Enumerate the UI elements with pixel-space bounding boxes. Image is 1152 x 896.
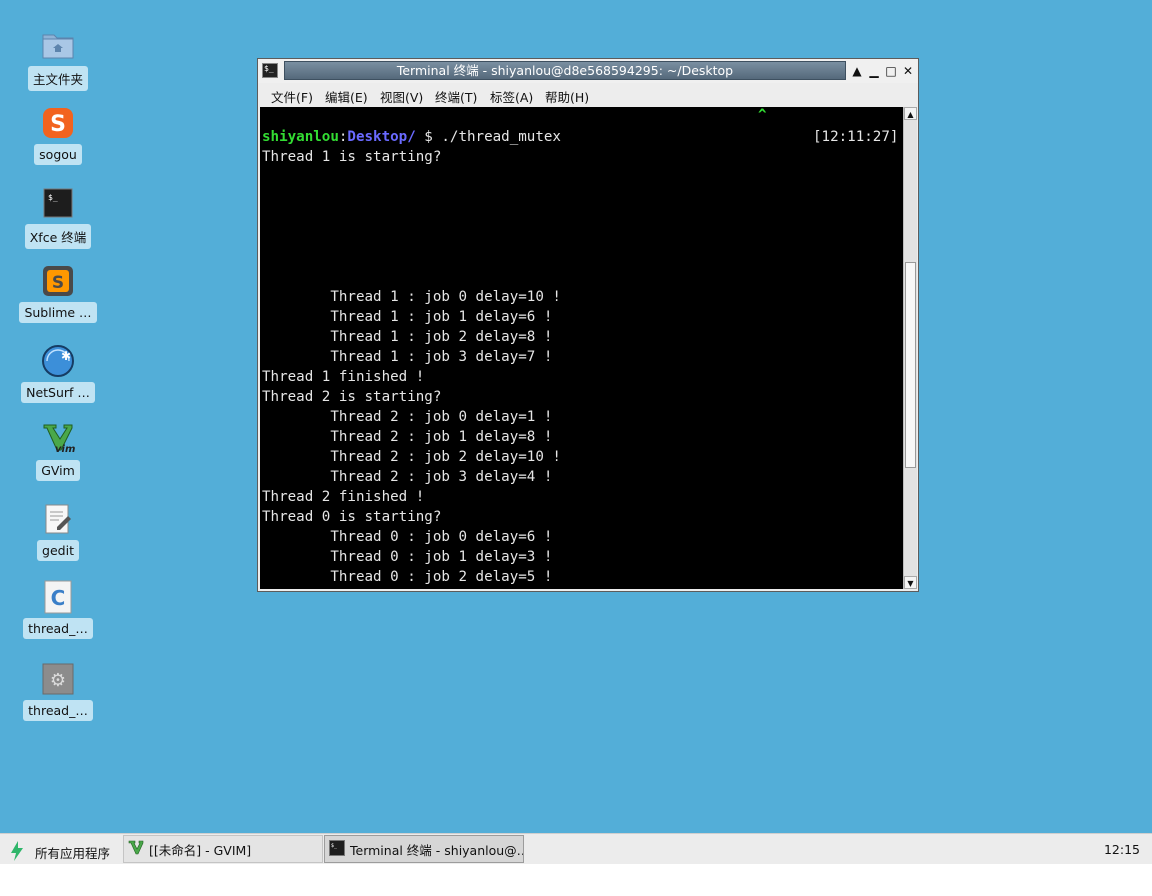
terminal-icon: $_ [41,186,75,220]
svg-text:vim: vim [55,444,75,455]
desktop-icon-label: Xfce 终端 [24,224,92,249]
terminal-line: Thread 2 is starting? [262,389,442,405]
desktop-icon-terminal[interactable]: $_ Xfce 终端 [18,186,98,249]
terminal-line: Thread 1 finished ! [262,369,425,385]
close-button[interactable]: ✕ [900,63,916,79]
sogou-icon: S [41,106,75,140]
shade-button[interactable]: ▲ [849,63,865,79]
terminal-output[interactable]: ^ shiyanlou:Desktop/ $ ./thread_mutex [1… [260,107,903,589]
terminal-icon: $_ [329,839,345,859]
desktop-icon-label: thread_… [23,618,93,639]
svg-text:$_: $_ [48,193,58,202]
desktop-icon-sogou[interactable]: S sogou [18,106,98,165]
applications-menu-label: 所有应用程序 [35,846,111,861]
window-title: Terminal 终端 - shiyanlou@d8e568594295: ~/… [284,61,846,80]
desktop-icon-home[interactable]: 主文件夹 [18,28,98,91]
svg-text:$_: $_ [331,843,338,849]
menu-tabs[interactable]: 标签(A) [490,87,533,106]
terminal-line: Thread 1 : job 0 delay=10 ! [262,289,561,305]
task-gvim[interactable]: [[未命名] - GVIM] [123,835,323,863]
terminal-window[interactable]: $_ Terminal 终端 - shiyanlou@d8e568594295:… [257,58,919,592]
terminal-line: Thread 2 finished ! [262,489,425,505]
terminal-line: Thread 0 : job 0 delay=6 ! [262,529,553,545]
sublime-icon: S [41,264,75,298]
desktop-icon-gedit[interactable]: gedit [18,502,98,561]
svg-text:⚙: ⚙ [50,670,66,691]
menu-edit[interactable]: 编辑(E) [325,87,368,106]
scroll-up-icon[interactable]: ▲ [904,107,917,120]
scroll-down-icon[interactable]: ▼ [904,576,917,589]
prompt-time: [12:11:27] [813,129,899,145]
desktop-icon-label: sogou [34,144,82,165]
prompt-directory: Desktop/ [347,129,416,145]
gvim-icon [128,840,144,859]
terminal-line: Thread 2 : job 1 delay=8 ! [262,429,553,445]
menu-view[interactable]: 视图(V) [380,87,423,106]
svg-text:✱: ✱ [61,349,71,363]
desktop-icon-label: gedit [37,540,79,561]
terminal-line: Thread 1 is starting? [262,149,442,165]
taskbar: 所有应用程序 [[未命名] - GVIM] $_ Terminal 终端 - s… [0,833,1152,864]
scroll-thumb[interactable] [905,262,916,468]
svg-text:S: S [50,112,66,137]
scroll-caret: ^ [758,107,767,123]
executable-file-icon: ⚙ [41,662,75,696]
desktop-icon-label: NetSurf … [21,382,95,403]
minimize-button[interactable]: ▁ [866,63,882,79]
svg-text:C: C [51,586,66,610]
desktop-icon-label: GVim [36,460,80,481]
terminal-line: Thread 2 : job 3 delay=4 ! [262,469,553,485]
prompt-user: shiyanlou [262,129,339,145]
clock[interactable]: 12:15 [1104,842,1140,857]
desktop: 主文件夹 S sogou $_ Xfce 终端 S Sublime … ✱ Ne… [0,0,1152,833]
desktop-icon-gvim[interactable]: vim GVim [18,422,98,481]
task-label: [[未命名] - GVIM] [149,842,252,858]
menu-help[interactable]: 帮助(H) [545,87,589,106]
desktop-icon-sublime[interactable]: S Sublime … [18,264,98,323]
prompt-line: shiyanlou:Desktop/ $ ./thread_mutex [262,127,561,147]
menu-bar: 文件(F) 编辑(E) 视图(V) 终端(T) 标签(A) 帮助(H) [258,83,918,107]
desktop-icon-thread-exec[interactable]: ⚙ thread_… [18,662,98,721]
svg-text:S: S [52,273,64,293]
scrollbar[interactable]: ▲ ▼ [903,107,917,589]
task-terminal[interactable]: $_ Terminal 终端 - shiyanlou@… [324,835,524,863]
menu-terminal[interactable]: 终端(T) [435,87,477,106]
gvim-icon: vim [41,422,75,456]
maximize-button[interactable]: □ [883,63,899,79]
netsurf-icon: ✱ [41,344,75,378]
prompt-command: $ ./thread_mutex [415,129,561,145]
c-source-file-icon: C [41,580,75,614]
terminal-line: Thread 2 : job 0 delay=1 ! [262,409,553,425]
desktop-icon-netsurf[interactable]: ✱ NetSurf … [18,344,98,403]
terminal-icon[interactable]: $_ [262,63,278,78]
applications-menu-button[interactable]: 所有应用程序 [8,840,110,865]
terminal-line: Thread 0 : job 2 delay=5 ! [262,569,553,585]
desktop-bottom-margin [0,864,1152,896]
task-label: Terminal 终端 - shiyanlou@… [350,842,524,858]
home-folder-icon [41,28,75,62]
terminal-line: Thread 1 : job 3 delay=7 ! [262,349,553,365]
menu-file[interactable]: 文件(F) [271,87,313,106]
desktop-icon-label: thread_… [23,700,93,721]
desktop-icon-label: 主文件夹 [27,66,88,91]
desktop-icon-thread-c[interactable]: C thread_… [18,580,98,639]
terminal-line: Thread 0 is starting? [262,509,442,525]
terminal-line: Thread 0 : job 1 delay=3 ! [262,549,553,565]
title-bar[interactable]: $_ Terminal 终端 - shiyanlou@d8e568594295:… [258,59,918,83]
terminal-line: Thread 1 : job 1 delay=6 ! [262,309,553,325]
terminal-line: Thread 1 : job 2 delay=8 ! [262,329,553,345]
desktop-icon-label: Sublime … [19,302,97,323]
app-menu-icon [8,840,26,865]
gedit-icon [41,502,75,536]
terminal-line: Thread 2 : job 2 delay=10 ! [262,449,561,465]
